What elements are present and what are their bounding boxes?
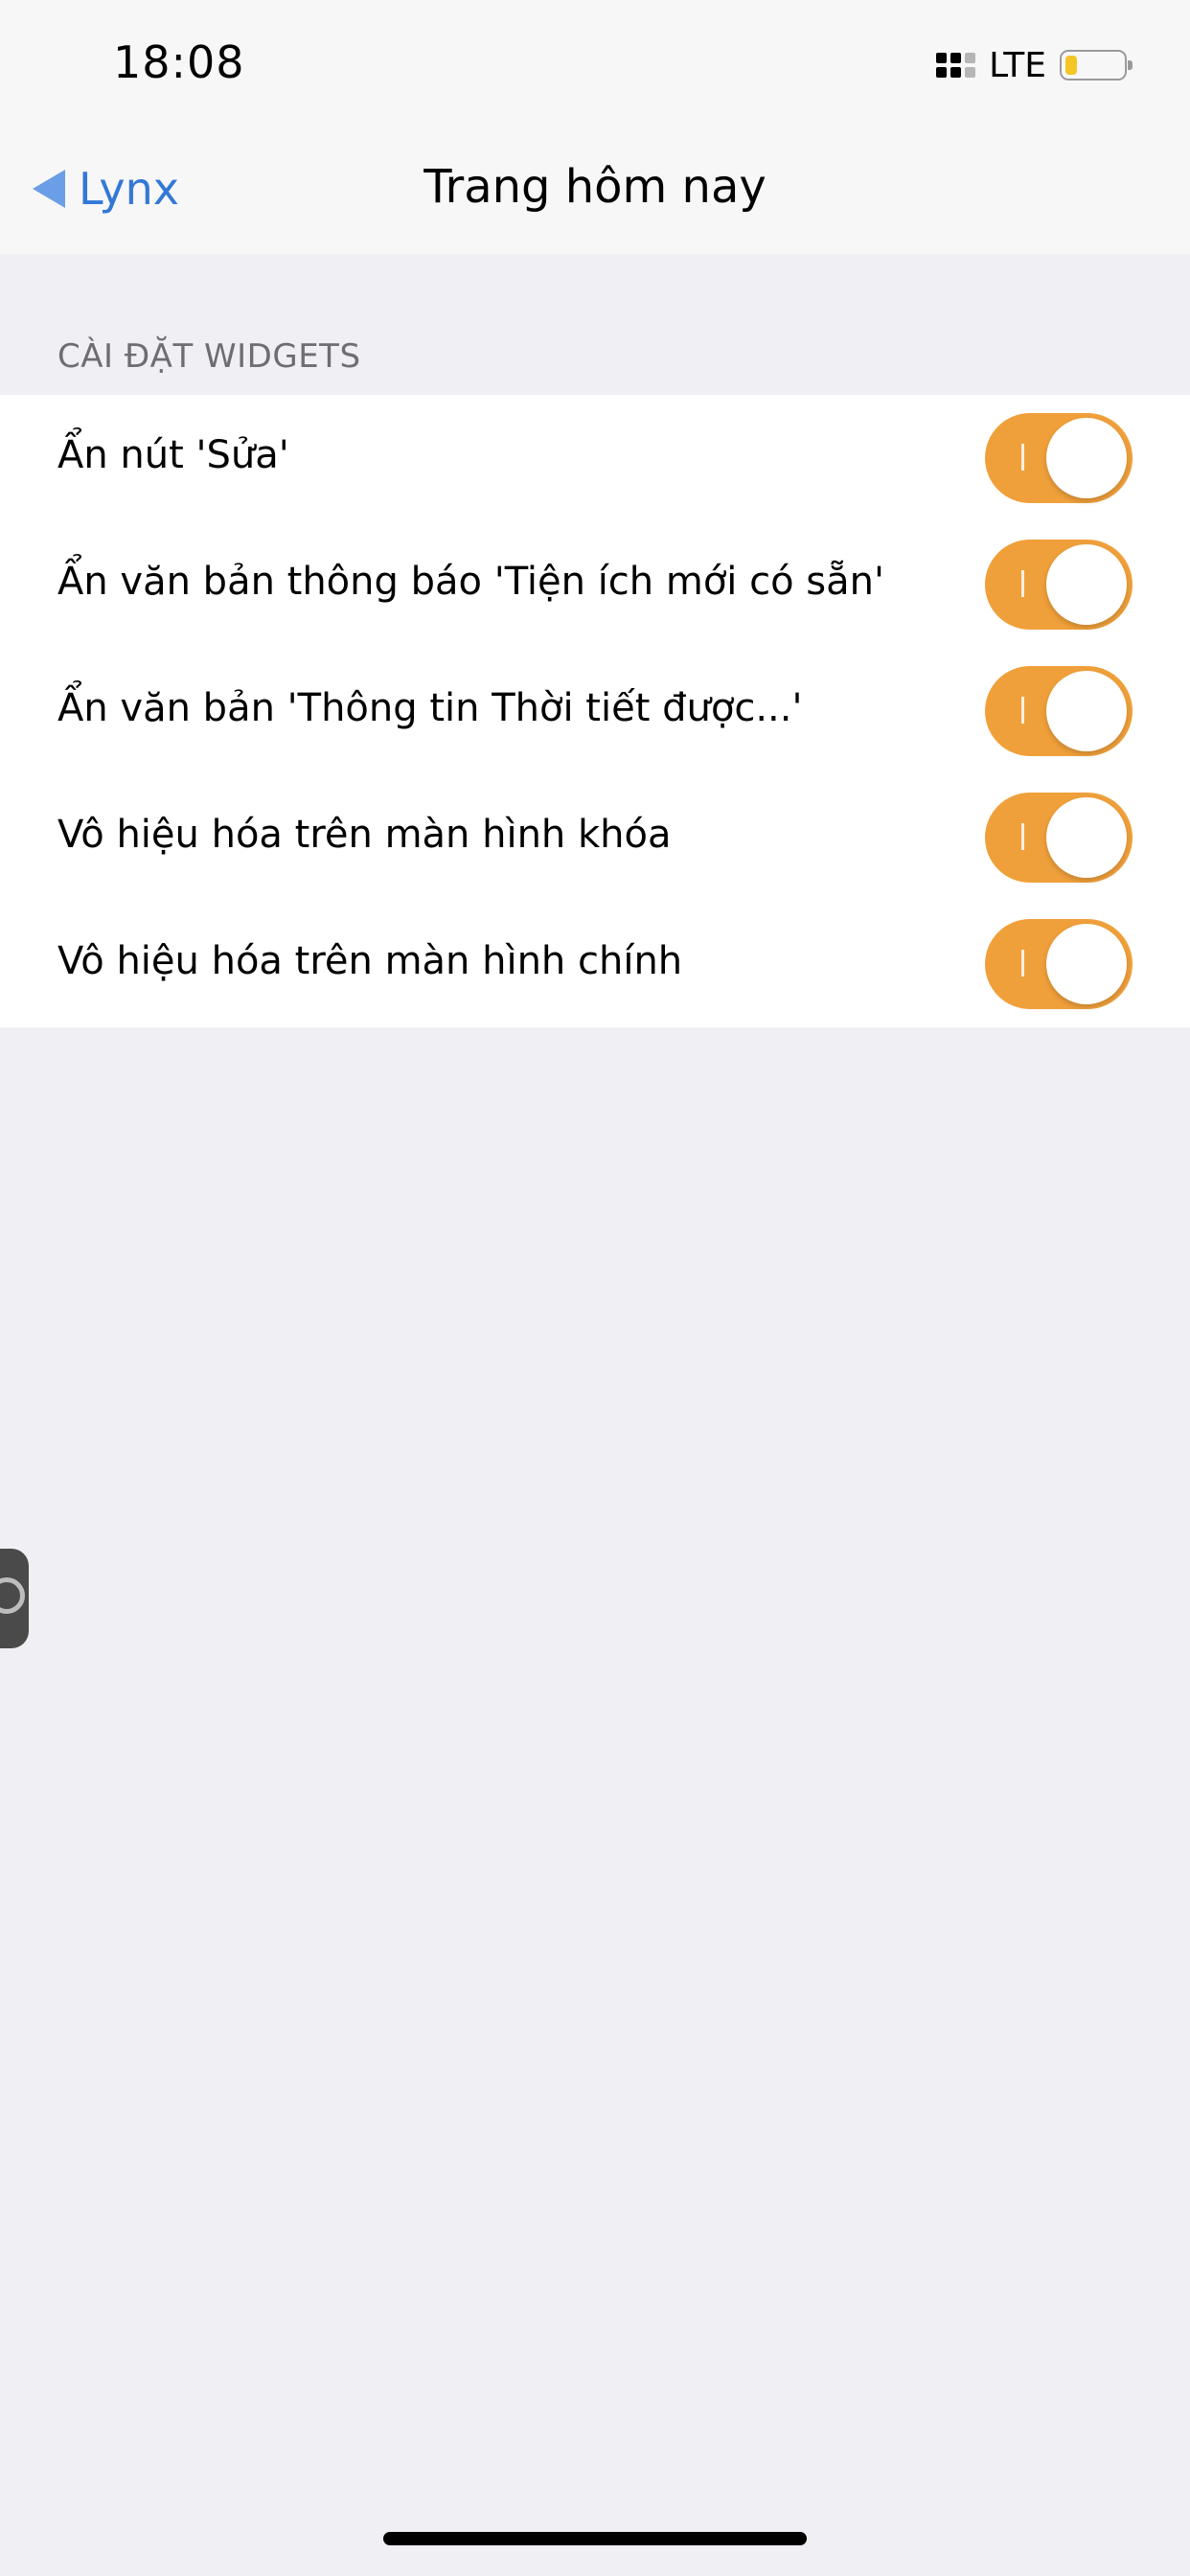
status-indicators: LTE bbox=[936, 44, 1133, 86]
setting-row-hide-new-widget-notice: Ẩn văn bản thông báo 'Tiện ích mới có sẵ… bbox=[0, 521, 1190, 648]
signal-bars-icon bbox=[936, 53, 976, 78]
network-type: LTE bbox=[989, 45, 1046, 85]
setting-row-disable-on-home-screen: Vô hiệu hóa trên màn hình chính bbox=[0, 901, 1190, 1027]
toggle-knob bbox=[1046, 544, 1127, 625]
disable-on-home-screen-toggle[interactable] bbox=[985, 919, 1133, 1009]
setting-label: Ẩn văn bản 'Thông tin Thời tiết được...' bbox=[57, 686, 803, 730]
status-time: 18:08 bbox=[113, 36, 245, 88]
hide-new-widget-notice-toggle[interactable] bbox=[985, 540, 1133, 630]
section-header: CÀI ĐẶT WIDGETS bbox=[57, 337, 361, 376]
setting-label: Vô hiệu hóa trên màn hình khóa bbox=[57, 813, 672, 857]
page-title: Trang hôm nay bbox=[423, 160, 767, 214]
toggle-on-indicator bbox=[1021, 444, 1024, 471]
setting-row-hide-weather-info-text: Ẩn văn bản 'Thông tin Thời tiết được...' bbox=[0, 648, 1190, 774]
setting-label: Ẩn nút 'Sửa' bbox=[57, 433, 289, 477]
setting-row-hide-edit-button: Ẩn nút 'Sửa' bbox=[0, 395, 1190, 521]
toggle-knob bbox=[1046, 671, 1127, 751]
status-bar: 18:08 LTE bbox=[0, 0, 1190, 134]
setting-label: Vô hiệu hóa trên màn hình chính bbox=[57, 939, 683, 983]
toggle-knob bbox=[1046, 418, 1127, 498]
toggle-knob bbox=[1046, 924, 1127, 1004]
toggle-on-indicator bbox=[1021, 823, 1024, 850]
navigation-bar: Lynx Trang hôm nay bbox=[0, 134, 1190, 254]
setting-row-disable-on-lock-screen: Vô hiệu hóa trên màn hình khóa bbox=[0, 774, 1190, 901]
setting-label: Ẩn văn bản thông báo 'Tiện ích mới có sẵ… bbox=[57, 560, 885, 604]
assistive-touch-icon bbox=[0, 1577, 25, 1614]
settings-list: Ẩn nút 'Sửa' Ẩn văn bản thông báo 'Tiện … bbox=[0, 395, 1190, 1027]
battery-icon bbox=[1060, 50, 1133, 80]
toggle-knob bbox=[1046, 797, 1127, 878]
home-indicator[interactable] bbox=[383, 2532, 807, 2545]
assistive-touch-button[interactable] bbox=[0, 1549, 29, 1648]
toggle-on-indicator bbox=[1021, 697, 1024, 724]
battery-level bbox=[1065, 56, 1077, 75]
hide-weather-info-text-toggle[interactable] bbox=[985, 666, 1133, 756]
toggle-on-indicator bbox=[1021, 570, 1024, 597]
toggle-on-indicator bbox=[1021, 950, 1024, 977]
hide-edit-button-toggle[interactable] bbox=[985, 413, 1133, 503]
disable-on-lock-screen-toggle[interactable] bbox=[985, 793, 1133, 883]
